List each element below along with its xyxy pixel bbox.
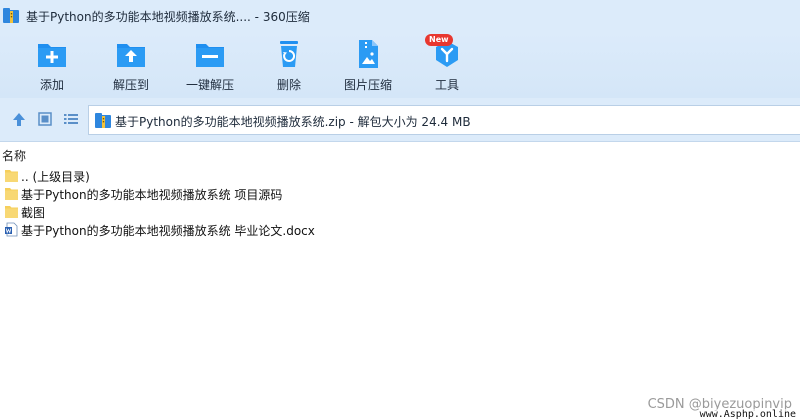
folder-icon [5,170,18,182]
archive-file-icon [95,113,111,128]
up-level-icon[interactable] [10,110,28,128]
extract-to-icon [117,44,145,67]
thumbnail-view-icon[interactable] [36,110,54,128]
file-name: 基于Python的多功能本地视频播放系统 毕业论文.docx [21,224,315,238]
tools-button[interactable]: New 工具 [407,34,487,96]
one-click-extract-label: 一键解压 [185,78,234,92]
archive-app-icon [3,8,19,23]
folder-icon [5,188,18,200]
tools-label: 工具 [434,78,459,92]
folder-icon [5,206,18,218]
extract-to-label: 解压到 [112,78,149,92]
address-bar[interactable]: 基于Python的多功能本地视频播放系统.zip - 解包大小为 24.4 MB [88,105,800,135]
column-header-name[interactable]: 名称 [2,147,26,164]
site-watermark: www.Asphp.online [699,409,796,420]
delete-icon [280,41,298,67]
add-button[interactable]: 添加 [12,38,92,96]
list-item[interactable]: 截图 [0,203,800,221]
delete-button[interactable]: 删除 [249,38,329,96]
file-name: 截图 [21,206,46,220]
list-view-icon[interactable] [62,110,80,128]
image-compress-label: 图片压缩 [343,78,392,92]
one-click-extract-icon [196,44,224,67]
new-badge: New [425,34,453,46]
image-compress-icon [359,40,378,68]
word-document-icon [5,222,18,237]
title-bar: 基于Python的多功能本地视频播放系统.... - 360压缩 [0,0,800,32]
archive-path: 基于Python的多功能本地视频播放系统.zip - 解包大小为 24.4 MB [115,115,471,129]
file-name: .. (上级目录) [21,170,90,184]
toolbar: 添加 解压到 一键解压 删除 图片压缩 New 工具 [0,32,800,98]
window-title: 基于Python的多功能本地视频播放系统.... - 360压缩 [26,10,310,24]
list-header: 名称 [0,146,800,164]
image-compress-button[interactable]: 图片压缩 [328,38,408,96]
extract-to-button[interactable]: 解压到 [91,38,171,96]
address-bar-row: 基于Python的多功能本地视频播放系统.zip - 解包大小为 24.4 MB [0,98,800,142]
list-item[interactable]: 基于Python的多功能本地视频播放系统 毕业论文.docx [0,221,800,239]
one-click-extract-button[interactable]: 一键解压 [170,38,250,96]
add-file-icon [38,44,66,67]
file-list: .. (上级目录) 基于Python的多功能本地视频播放系统 项目源码 截图 基… [0,167,800,239]
delete-label: 删除 [276,78,301,92]
add-label: 添加 [39,78,64,92]
file-name: 基于Python的多功能本地视频播放系统 项目源码 [21,188,283,202]
list-item[interactable]: .. (上级目录) [0,167,800,185]
list-item[interactable]: 基于Python的多功能本地视频播放系统 项目源码 [0,185,800,203]
